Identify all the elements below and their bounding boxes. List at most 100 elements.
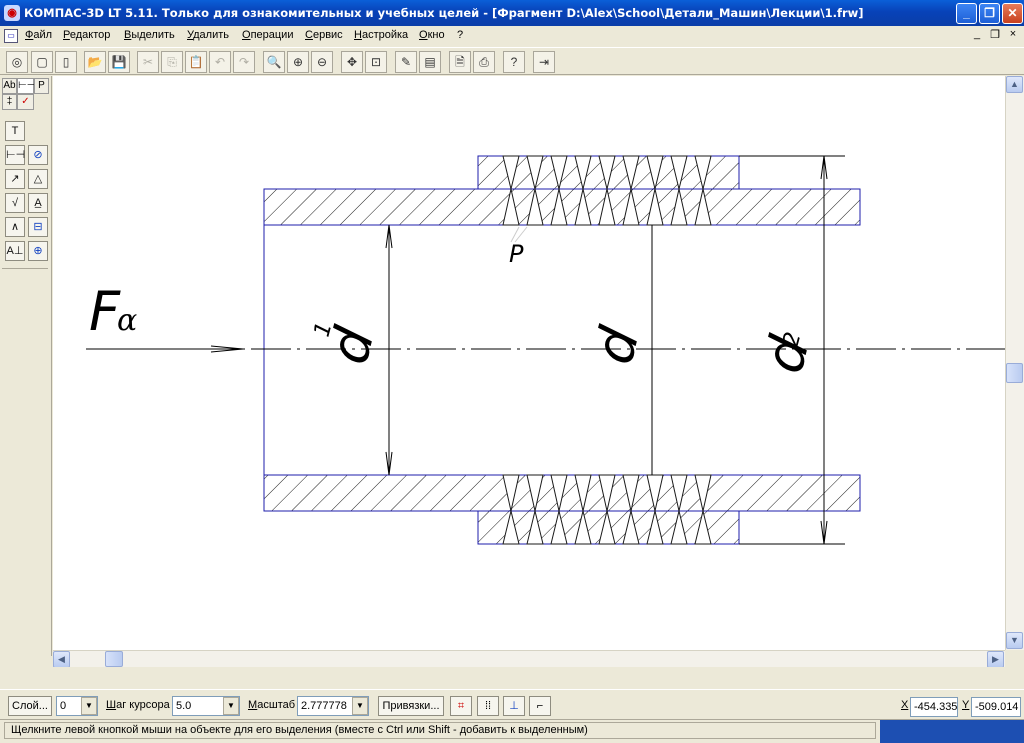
zoom-fit-icon[interactable]: ⊡	[365, 51, 387, 73]
mdi-restore-button[interactable]: ❐	[988, 28, 1002, 43]
tab-dimensions[interactable]: ⊢⊣	[17, 78, 35, 94]
scale-label: Масштаб	[248, 699, 296, 711]
tolerance-icon[interactable]: ⊟	[28, 217, 48, 237]
d-label: d	[582, 320, 652, 370]
menu-window[interactable]: Окно	[419, 29, 445, 41]
new-doc-icon[interactable]: ▯	[55, 51, 77, 73]
diameter-dimension-icon[interactable]: ⊘	[28, 145, 48, 165]
tab-parametric[interactable]: P	[34, 78, 49, 94]
layer-value: 0	[60, 700, 67, 712]
redo-icon[interactable]: ↷	[233, 51, 255, 73]
drawing-svg: F α P d 1 d d 2	[86, 155, 1005, 545]
radial-dimension-icon[interactable]: ↗	[5, 169, 25, 189]
vertical-scrollbar[interactable]: ▲ ▼	[1005, 76, 1024, 650]
dimension-d1	[385, 224, 393, 476]
exit-icon[interactable]: ⇥	[533, 51, 555, 73]
mdi-minimize-button[interactable]: _	[970, 28, 984, 43]
menu-help[interactable]: ?	[457, 29, 463, 41]
open-folder-icon[interactable]: 📂	[84, 51, 106, 73]
copy-icon[interactable]: ⎘	[161, 51, 183, 73]
tab-geometry[interactable]: Ab	[2, 78, 17, 94]
ortho-mode-icon[interactable]: ⌐	[529, 696, 551, 716]
y-value: -509.014	[975, 701, 1019, 713]
panel-divider	[2, 268, 48, 269]
menu-service[interactable]: Сервис	[305, 29, 343, 41]
redraw-icon[interactable]: ✎	[395, 51, 417, 73]
compact-tool-panel: Ab ⊢⊣ P ‡ ✓ T ⊢⊣ ⊘ ↗ △ √ A̲ ∧ ⊟ A⊥ ⊕	[0, 76, 52, 656]
minimize-button[interactable]: _	[956, 3, 977, 24]
scroll-right-icon[interactable]: ▶	[987, 651, 1004, 668]
help-icon[interactable]: ?	[503, 51, 525, 73]
layer-button[interactable]: Слой...	[8, 696, 52, 716]
local-cs-icon[interactable]: ⊥	[503, 696, 525, 716]
snaps-button[interactable]: Привязки...	[378, 696, 444, 716]
vertical-scroll-thumb[interactable]	[1006, 363, 1023, 383]
linear-dimension-icon[interactable]: ⊢⊣	[5, 145, 25, 165]
close-button[interactable]: ✕	[1002, 3, 1023, 24]
zoom-window-icon[interactable]: 🔍	[263, 51, 285, 73]
rebuild-icon[interactable]: ◎	[6, 51, 28, 73]
menu-delete[interactable]: Удалить	[187, 29, 229, 41]
maximize-button[interactable]: ❐	[979, 3, 1000, 24]
angular-dimension-icon[interactable]: △	[28, 169, 48, 189]
layer-dropdown-icon[interactable]: ▼	[81, 697, 97, 715]
position-mark-icon[interactable]: A⊥	[5, 241, 25, 261]
status-message: Щелкните левой кнопкой мыши на объекте д…	[4, 722, 876, 739]
window-title: КОМПАС-3D LT 5.11. Только для ознакомите…	[24, 6, 864, 20]
thread-teeth-bottom	[502, 474, 712, 545]
save-icon[interactable]: 💾	[108, 51, 130, 73]
document-icon[interactable]: ▭	[4, 29, 18, 43]
window-gap	[0, 667, 1024, 689]
scroll-up-icon[interactable]: ▲	[1006, 76, 1023, 93]
snap-toggle-icon[interactable]: ⌗	[450, 696, 472, 716]
kompas-app-icon[interactable]: ◉	[4, 5, 20, 21]
scroll-left-icon[interactable]: ◀	[53, 651, 70, 668]
zoom-in-icon[interactable]: ⊕	[287, 51, 309, 73]
menu-operations[interactable]: Операции	[242, 29, 293, 41]
cut-icon[interactable]: ✂	[137, 51, 159, 73]
force-arrow	[86, 345, 244, 353]
pitch-label: P	[509, 240, 524, 268]
menu-bar: ▭ Файл Редактор Выделить Удалить Операци…	[0, 26, 1024, 46]
undo-icon[interactable]: ↶	[209, 51, 231, 73]
x-coordinate: -454.335	[910, 697, 958, 717]
scale-dropdown-icon[interactable]: ▼	[352, 697, 368, 715]
base-mark-icon[interactable]: A̲	[28, 193, 48, 213]
center-mark-icon[interactable]: ⊕	[28, 241, 48, 261]
horizontal-scrollbar[interactable]: ◀ ▶	[53, 650, 1005, 668]
y-label: Y	[962, 699, 970, 711]
zoom-out-icon[interactable]: ⊖	[311, 51, 333, 73]
scale-value: 2.777778	[301, 700, 347, 712]
grid-icon[interactable]: ⁞⁞	[477, 696, 499, 716]
step-dropdown-icon[interactable]: ▼	[223, 697, 239, 715]
thread-teeth-top	[502, 155, 712, 226]
menu-file[interactable]: Файл	[25, 29, 52, 41]
force-subscript: α	[117, 303, 137, 338]
drawing-canvas[interactable]: F α P d 1 d d 2	[53, 76, 1005, 650]
menu-select[interactable]: Выделить	[124, 29, 175, 41]
layer-icon[interactable]: ▤	[419, 51, 441, 73]
tab-edit[interactable]: ‡	[2, 94, 17, 110]
menu-editor[interactable]: Редактор	[63, 29, 110, 41]
paste-icon[interactable]: 📋	[185, 51, 207, 73]
main-toolbar: ◎ ▢ ▯ 📂 💾 ✂ ⎘ 📋 ↶ ↷ 🔍 ⊕ ⊖ ✥ ⊡ ✎ ▤ 🗎 ⎙ ? …	[0, 47, 1024, 75]
step-label: Шаг курсора	[106, 699, 170, 711]
roughness-icon[interactable]: √	[5, 193, 25, 213]
pan-icon[interactable]: ✥	[341, 51, 363, 73]
menu-settings[interactable]: Настройка	[354, 29, 408, 41]
title-bar: ◉ КОМПАС-3D LT 5.11. Только для ознакоми…	[0, 0, 1024, 26]
desktop-taskbar-area	[880, 720, 1024, 743]
text-tool-icon[interactable]: T	[5, 121, 25, 141]
print-icon[interactable]: ⎙	[473, 51, 495, 73]
print-preview-icon[interactable]: 🗎	[449, 51, 471, 73]
scroll-down-icon[interactable]: ▼	[1006, 632, 1023, 649]
tab-measure[interactable]: ✓	[17, 94, 34, 110]
x-value: -454.335	[914, 701, 958, 713]
step-value: 5.0	[176, 700, 192, 712]
y-coordinate: -509.014	[971, 697, 1021, 717]
horizontal-scroll-thumb[interactable]	[105, 651, 123, 667]
leader-icon[interactable]: ∧	[5, 217, 25, 237]
new-file-icon[interactable]: ▢	[31, 51, 53, 73]
status-bar: Щелкните левой кнопкой мыши на объекте д…	[0, 719, 1024, 743]
mdi-close-button[interactable]: ×	[1006, 28, 1020, 43]
